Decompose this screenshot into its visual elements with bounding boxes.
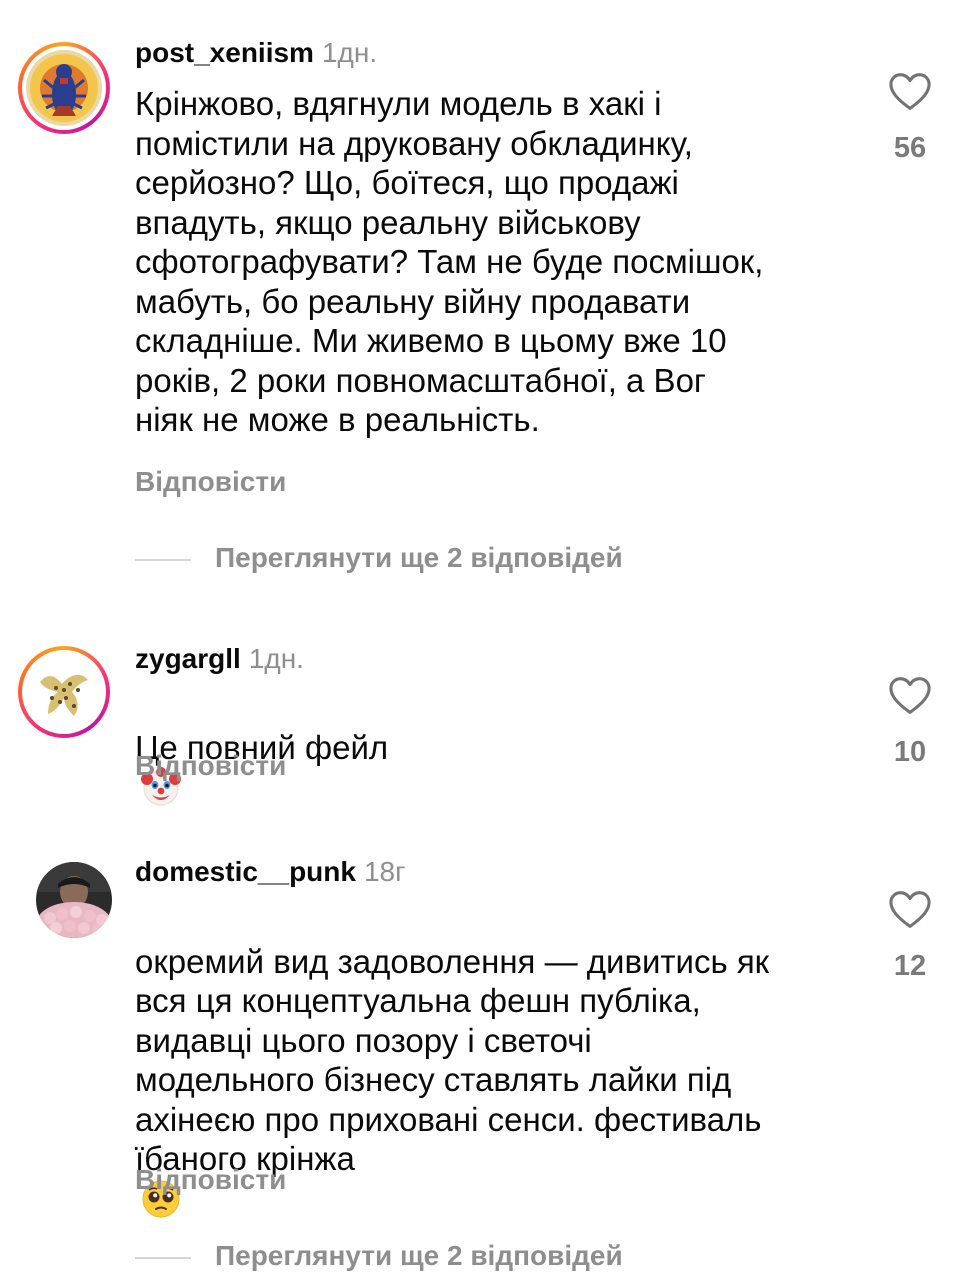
like-count: 12 [893,950,927,982]
comment-header: zygargll 1дн. [135,642,304,676]
avatar [26,50,102,126]
timestamp: 1дн. [321,37,378,68]
avatar-border [22,848,112,938]
comment-text-content: окремий вид задоволення — дивитись як вс… [135,942,770,1178]
username[interactable]: domestic__punk [135,856,356,887]
comment-text: Це повний фейл [135,688,855,808]
avatar [26,654,102,730]
heart-icon[interactable] [888,890,932,930]
reply-button[interactable]: Відповісти [135,1164,286,1196]
view-replies-label[interactable]: Переглянути ще 2 відповідей [215,542,623,573]
comment-header: post_xeniism 1дн. [135,36,377,70]
timestamp: 18г [363,856,406,887]
like-button[interactable]: 10 [880,676,940,769]
like-count: 10 [893,736,927,768]
timestamp: 1дн. [248,643,304,674]
username[interactable]: zygargll [135,643,241,674]
avatar [36,862,112,938]
divider-line [135,1256,191,1259]
heart-icon[interactable] [888,72,932,112]
like-button[interactable]: 12 [880,890,940,983]
comment-header: domestic__punk 18г [135,855,405,889]
view-replies-button[interactable]: Переглянути ще 2 відповідей [135,542,623,574]
heart-icon[interactable] [888,676,932,716]
avatar-frame[interactable] [18,844,112,938]
avatar-border [22,46,106,130]
view-replies-button[interactable]: Переглянути ще 2 відповідей [135,1240,623,1272]
comment-text: Крінжово, вдягнули модель в хакі і поміс… [135,85,764,438]
reply-button[interactable]: Відповісти [135,466,286,498]
avatar-border [22,650,106,734]
view-replies-label[interactable]: Переглянути ще 2 відповідей [215,1240,623,1271]
divider-line [135,558,191,561]
reply-button[interactable]: Відповісти [135,750,286,782]
avatar-story-ring[interactable] [18,646,110,738]
like-count: 56 [893,132,927,164]
username[interactable]: post_xeniism [135,37,314,68]
avatar-story-ring[interactable] [18,42,110,134]
like-button[interactable]: 56 [880,72,940,165]
